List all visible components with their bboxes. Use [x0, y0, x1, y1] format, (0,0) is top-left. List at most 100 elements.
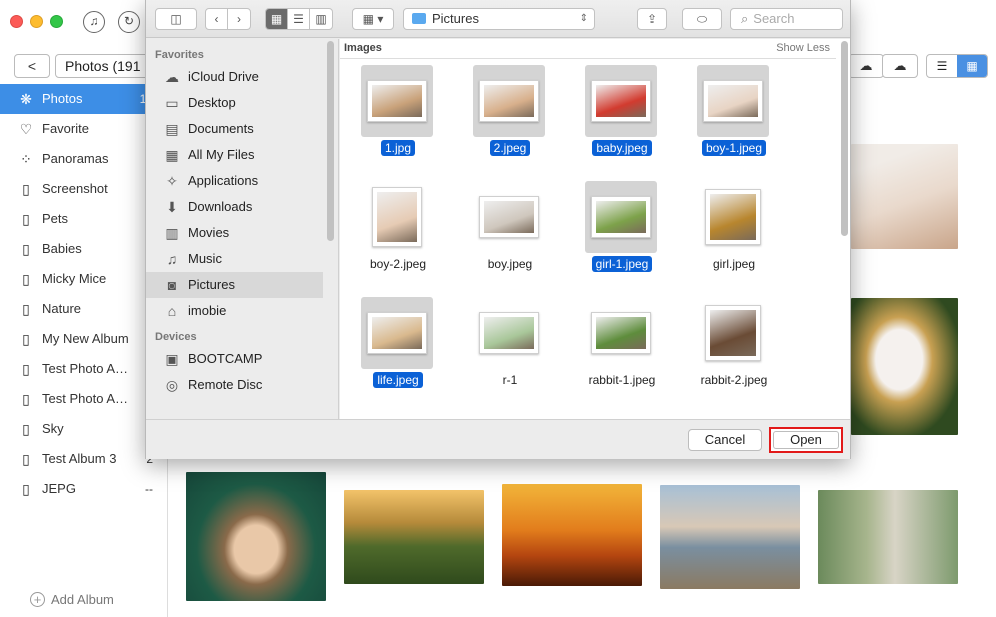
- location-popup[interactable]: Pictures ⇕: [403, 8, 595, 30]
- back-arrow-icon[interactable]: ‹: [206, 9, 228, 29]
- sidebar-place-item[interactable]: ▥ Movies: [146, 220, 338, 246]
- cloud-icon[interactable]: ☁: [882, 54, 918, 78]
- sidebar-scrollbar[interactable]: [327, 41, 334, 241]
- sidebar-place-item[interactable]: ▤ Documents: [146, 116, 338, 142]
- forward-arrow-icon[interactable]: ›: [228, 9, 250, 29]
- image-preview: [479, 196, 539, 238]
- image-preview: [705, 305, 761, 361]
- image-fill: [708, 85, 758, 117]
- tag-icon[interactable]: ⬭: [682, 8, 722, 30]
- photo-child-camera[interactable]: [818, 490, 958, 584]
- sidebar-place-item[interactable]: ✧ Applications: [146, 168, 338, 194]
- phone-icon: ▯: [22, 451, 30, 467]
- sidebar-album-item[interactable]: ▯ Test Album 32: [0, 444, 167, 474]
- image-preview: [372, 187, 422, 247]
- file-item[interactable]: girl-1.jpeg: [572, 181, 672, 291]
- add-album-button[interactable]: + Add Album: [30, 592, 114, 607]
- sidebar-place-item[interactable]: ▣ BOOTCAMP: [146, 346, 338, 372]
- file-item[interactable]: 2.jpeg: [460, 65, 560, 175]
- list-view-icon[interactable]: ☰: [927, 55, 957, 77]
- file-item[interactable]: 1.jpg: [348, 65, 448, 175]
- devices-header: Devices: [155, 331, 197, 343]
- sidebar-toggle-icon[interactable]: ◫: [155, 8, 197, 30]
- sidebar-album-item[interactable]: ▯Pets1: [0, 204, 167, 234]
- movies-icon: ▥: [165, 225, 179, 241]
- sidebar-place-item[interactable]: ⬇ Downloads: [146, 194, 338, 220]
- file-name: girl.jpeg: [684, 257, 784, 271]
- file-name: 2.jpeg: [460, 140, 560, 156]
- file-thumbnail: [697, 181, 769, 253]
- image-preview: [703, 80, 763, 122]
- file-item[interactable]: boy-1.jpeg: [684, 65, 784, 175]
- file-item[interactable]: life.jpeg: [348, 297, 448, 407]
- file-item[interactable]: girl.jpeg: [684, 181, 784, 291]
- search-field[interactable]: ⌕ Search: [730, 8, 843, 30]
- open-button[interactable]: Open: [769, 427, 843, 453]
- file-name-text: boy.jpeg: [487, 257, 533, 271]
- cloud-download-icon[interactable]: ☁: [848, 54, 884, 78]
- file-item[interactable]: rabbit-1.jpeg: [572, 297, 672, 407]
- sidebar-album-item[interactable]: ▯ Micky Mice: [0, 264, 167, 294]
- album-name: JEPG: [42, 481, 76, 496]
- photo-baby-hat[interactable]: [851, 144, 958, 249]
- sidebar-album-item[interactable]: ⁘ Panoramas: [0, 144, 167, 174]
- file-item[interactable]: rabbit-2.jpeg: [684, 297, 784, 407]
- add-album-label: Add Album: [51, 592, 114, 607]
- all-files-icon: ▦: [165, 147, 179, 163]
- image-preview: [705, 189, 761, 245]
- back-button[interactable]: <: [14, 54, 50, 78]
- sidebar-album-item[interactable]: ▯ Test Photo A…: [0, 384, 167, 414]
- cancel-button[interactable]: Cancel: [688, 429, 762, 451]
- sidebar-place-item[interactable]: ▦ All My Files: [146, 142, 338, 168]
- sidebar-place-item[interactable]: ◎ Remote Disc: [146, 372, 338, 398]
- list-view-icon[interactable]: ☰: [288, 9, 310, 29]
- close-window-button[interactable]: [10, 15, 23, 28]
- arrange-icon[interactable]: ▦ ▾: [352, 8, 394, 30]
- phone-icon: ▯: [22, 181, 30, 197]
- show-less-link[interactable]: Show Less: [776, 42, 830, 54]
- photos-icon: ❋: [20, 91, 32, 107]
- sidebar-album-item[interactable]: ▯Screenshot1: [0, 174, 167, 204]
- file-name: boy-1.jpeg: [684, 140, 784, 156]
- grid-view-icon[interactable]: ▦: [957, 55, 987, 77]
- sidebar-place-item[interactable]: ⌂ imobie: [146, 298, 338, 324]
- file-thumbnail: [585, 297, 657, 369]
- photo-lake[interactable]: [660, 485, 800, 589]
- file-item[interactable]: r-1: [460, 297, 560, 407]
- file-name: rabbit-1.jpeg: [572, 373, 672, 387]
- browser-scrollbar[interactable]: [841, 41, 848, 236]
- image-fill: [596, 85, 646, 117]
- share-icon[interactable]: ⇪: [637, 8, 667, 30]
- file-name: boy.jpeg: [460, 257, 560, 271]
- photo-boy-apple[interactable]: [186, 472, 326, 601]
- sidebar-album-item[interactable]: ▯ Test Photo A…: [0, 354, 167, 384]
- sidebar-place-item[interactable]: ◙ Pictures: [146, 272, 323, 298]
- place-label: iCloud Drive: [188, 69, 259, 84]
- itunes-icon[interactable]: ♫: [83, 11, 105, 33]
- sidebar-album-item[interactable]: ▯ My New Album: [0, 324, 167, 354]
- icon-view-icon[interactable]: ▦: [266, 9, 288, 29]
- column-view-icon[interactable]: ▥: [310, 9, 332, 29]
- sidebar-place-item[interactable]: ☁ iCloud Drive: [146, 64, 338, 90]
- photo-camel-sunset[interactable]: [502, 484, 642, 586]
- image-preview: [591, 196, 651, 238]
- photo-rabbit-corn[interactable]: [851, 298, 958, 435]
- refresh-icon[interactable]: ↻: [118, 11, 140, 33]
- sidebar-album-item[interactable]: ▯ Babies: [0, 234, 167, 264]
- file-item[interactable]: boy-2.jpeg: [348, 181, 448, 291]
- sidebar-album-item[interactable]: ❋Photos14: [0, 84, 167, 114]
- album-name: Micky Mice: [42, 271, 107, 286]
- zoom-window-button[interactable]: [50, 15, 63, 28]
- album-name: Panoramas: [42, 151, 109, 166]
- sidebar-album-item[interactable]: ▯ Nature: [0, 294, 167, 324]
- photo-hikers[interactable]: [344, 490, 484, 584]
- sidebar-place-item[interactable]: ♫ Music: [146, 246, 338, 272]
- minimize-window-button[interactable]: [30, 15, 43, 28]
- sidebar-place-item[interactable]: ▭ Desktop: [146, 90, 338, 116]
- sidebar-album-item[interactable]: ♡ Favorite: [0, 114, 167, 144]
- file-item[interactable]: baby.jpeg: [572, 65, 672, 175]
- sidebar-album-item[interactable]: ▯ Sky: [0, 414, 167, 444]
- dialog-sidebar: Favorites ☁ iCloud Drive ▭ Desktop ▤ Document…: [146, 39, 339, 419]
- file-item[interactable]: boy.jpeg: [460, 181, 560, 291]
- sidebar-album-item[interactable]: ▯ JEPG --: [0, 474, 167, 504]
